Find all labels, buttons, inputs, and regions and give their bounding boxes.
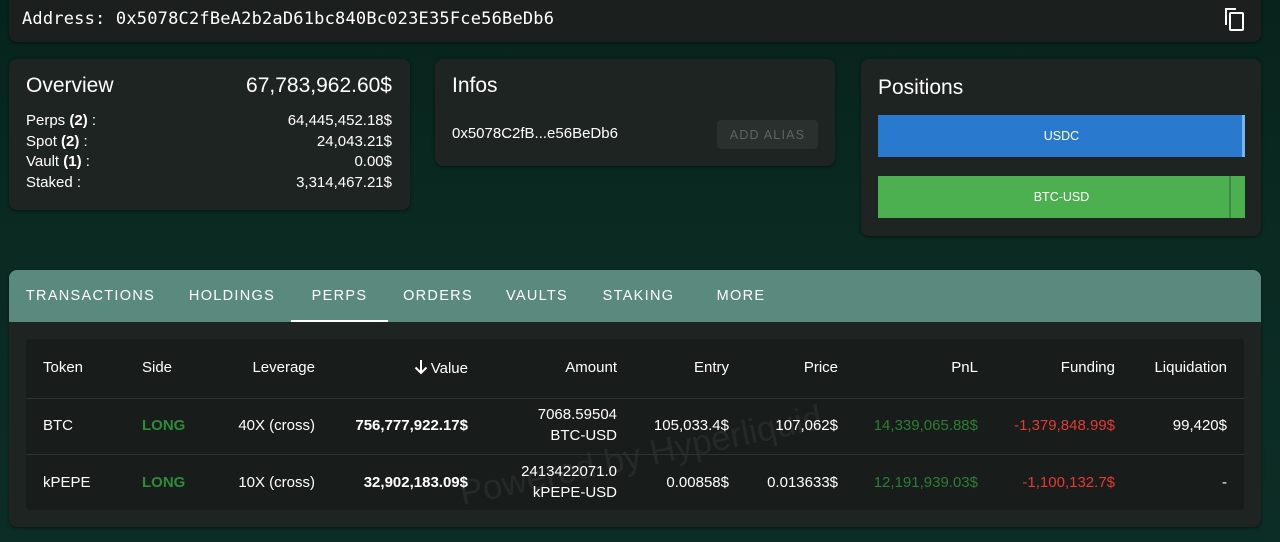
column-header-token[interactable]: Token <box>43 359 83 376</box>
column-header-liquidation[interactable]: Liquidation <box>1154 359 1227 376</box>
cell-amount: 7068.59504 BTC-USD <box>537 406 617 444</box>
overview-card: Overview 67,783,962.60$ Perps (2) : 64,4… <box>9 59 410 210</box>
cell-amount: 2413422071.0 kPEPE-USD <box>521 463 617 501</box>
perps-table: Powered by Hyperliquid Token Side Levera… <box>26 339 1244 510</box>
copy-icon[interactable] <box>1221 6 1245 32</box>
cell-price: 0.013633$ <box>767 474 838 491</box>
overview-row-perps: Perps (2) : 64,445,452.18$ <box>26 111 392 132</box>
cell-token: BTC <box>43 417 73 434</box>
column-header-pnl[interactable]: PnL <box>951 359 978 376</box>
position-bar-usdc[interactable]: USDC <box>878 115 1245 157</box>
cell-liquidation: 99,420$ <box>1172 417 1227 434</box>
tab-perps[interactable]: PERPS <box>291 270 388 322</box>
cell-entry: 105,033.4$ <box>653 417 729 434</box>
cell-price: 107,062$ <box>775 417 838 434</box>
positions-title: Positions <box>878 76 964 99</box>
arrow-down-icon <box>414 359 428 375</box>
overview-row-staked: Staked : 3,314,467.21$ <box>26 173 392 194</box>
row-divider <box>26 454 1244 455</box>
infos-card: Infos 0x5078C2fB...e56BeDb6 ADD ALIAS <box>435 59 835 166</box>
position-bar-segment <box>1229 176 1231 218</box>
wallet-address: Address: 0x5078C2fBeA2b2aD61bc840Bc023E3… <box>22 9 555 29</box>
position-bar-segment <box>1242 115 1245 157</box>
tab-staking[interactable]: STAKING <box>586 270 691 322</box>
cell-pnl: 14,339,065.88$ <box>873 417 978 434</box>
position-bar-btc-usd[interactable]: BTC-USD <box>878 176 1245 218</box>
column-header-price[interactable]: Price <box>804 359 838 376</box>
overview-row-vault: Vault (1) : 0.00$ <box>26 152 392 173</box>
cell-leverage: 10X (cross) <box>238 474 315 491</box>
overview-value: 3,314,467.21$ <box>296 173 392 191</box>
column-header-value[interactable]: Value <box>414 359 468 377</box>
add-alias-button[interactable]: ADD ALIAS <box>717 120 818 149</box>
overview-value: 64,445,452.18$ <box>287 112 392 129</box>
tab-more[interactable]: MORE <box>691 270 791 322</box>
column-header-side[interactable]: Side <box>142 359 172 376</box>
perps-panel: TRANSACTIONS HOLDINGS PERPS ORDERS VAULT… <box>9 270 1261 527</box>
cell-side: LONG <box>142 417 186 434</box>
cell-side: LONG <box>142 474 186 491</box>
tab-orders[interactable]: ORDERS <box>388 270 488 322</box>
cell-value: 32,902,183.09$ <box>363 474 468 491</box>
column-header-funding[interactable]: Funding <box>1061 359 1115 376</box>
column-header-leverage[interactable]: Leverage <box>252 359 315 376</box>
positions-card: Positions USDC BTC-USD <box>861 59 1261 236</box>
cell-value: 756,777,922.17$ <box>355 417 468 434</box>
short-address: 0x5078C2fB...e56BeDb6 <box>452 125 618 142</box>
cell-funding: -1,100,132.7$ <box>1022 474 1115 491</box>
tab-holdings[interactable]: HOLDINGS <box>172 270 292 322</box>
cell-token: kPEPE <box>43 474 91 491</box>
cell-entry: 0.00858$ <box>666 474 729 491</box>
tab-bar: TRANSACTIONS HOLDINGS PERPS ORDERS VAULT… <box>9 270 1261 322</box>
column-header-entry[interactable]: Entry <box>694 359 729 376</box>
infos-title: Infos <box>452 74 498 97</box>
column-header-amount[interactable]: Amount <box>565 359 617 376</box>
cell-funding: -1,379,848.99$ <box>1014 417 1115 434</box>
address-bar: Address: 0x5078C2fBeA2b2aD61bc840Bc023E3… <box>9 0 1261 42</box>
overview-title: Overview <box>26 74 114 97</box>
cell-liquidation: - <box>1222 474 1227 491</box>
overview-row-spot: Spot (2) : 24,043.21$ <box>26 132 392 153</box>
overview-value: 24,043.21$ <box>316 132 392 150</box>
tab-vaults[interactable]: VAULTS <box>488 270 586 322</box>
cell-leverage: 40X (cross) <box>238 417 315 434</box>
tab-transactions[interactable]: TRANSACTIONS <box>9 270 172 322</box>
overview-total: 67,783,962.60$ <box>246 74 392 97</box>
overview-value: 0.00$ <box>354 153 392 170</box>
header-divider <box>26 398 1244 399</box>
cell-pnl: 12,191,939.03$ <box>873 474 978 491</box>
